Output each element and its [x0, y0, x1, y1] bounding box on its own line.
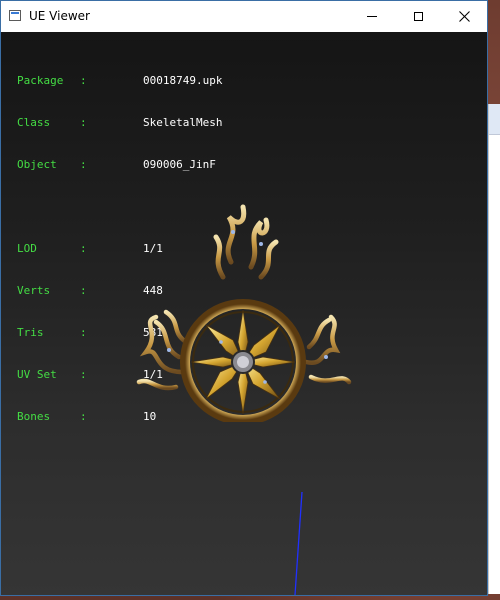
maximize-icon	[413, 12, 423, 21]
close-button[interactable]	[441, 1, 487, 32]
skeletal-mesh-model[interactable]	[121, 182, 361, 422]
maximize-button[interactable]	[395, 1, 441, 32]
background-window-edge	[488, 104, 500, 594]
minimize-icon	[367, 16, 377, 17]
minimize-button[interactable]	[349, 1, 395, 32]
app-window-icon	[9, 10, 21, 21]
window-title: UE Viewer	[29, 9, 90, 23]
3d-viewport[interactable]: Package: 00018749.upk Class : SkeletalMe…	[1, 32, 487, 595]
close-icon	[458, 11, 470, 22]
ue-viewer-window[interactable]: UE Viewer Package: 00018749.upk Class : …	[0, 0, 488, 596]
left-flame-ornament	[136, 309, 189, 391]
right-flame-ornament	[303, 314, 352, 385]
title-bar[interactable]: UE Viewer	[1, 1, 487, 32]
background-window-toolbar	[489, 104, 500, 135]
top-flame-ornament	[213, 204, 279, 280]
